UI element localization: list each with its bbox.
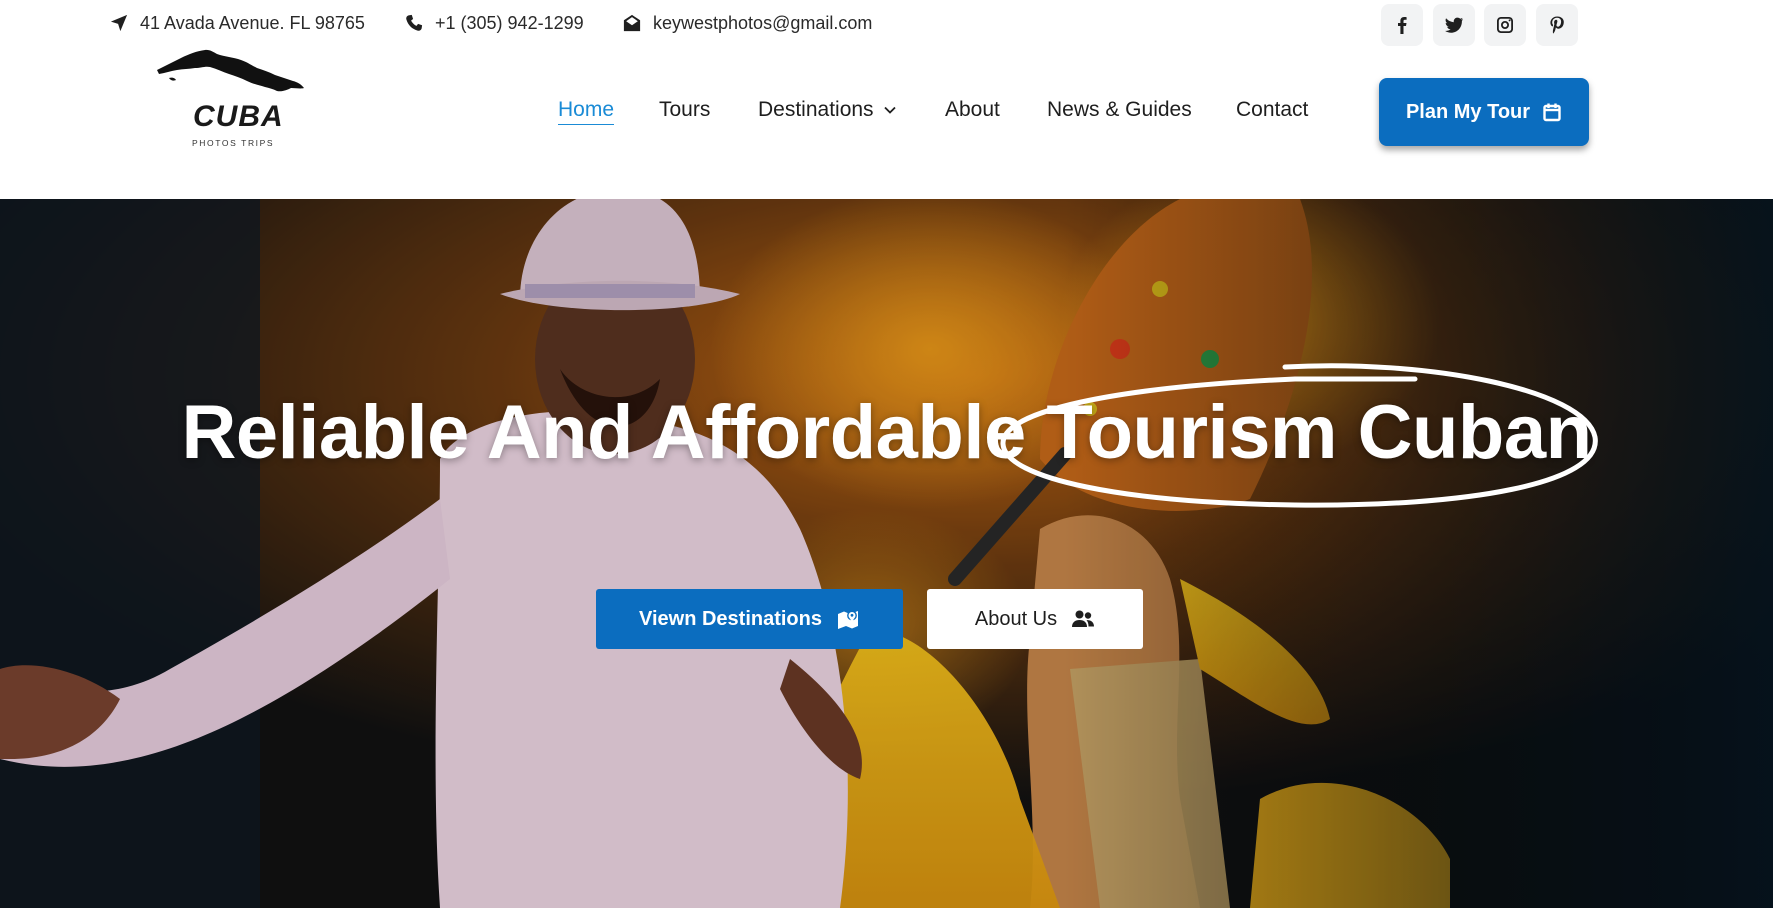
chevron-down-icon xyxy=(883,106,896,114)
nav-item-news-guides[interactable]: News & Guides xyxy=(1047,98,1192,122)
nav-item-contact[interactable]: Contact xyxy=(1236,98,1308,122)
nav-tours-label: Tours xyxy=(659,98,711,121)
about-us-button[interactable]: About Us xyxy=(927,589,1143,649)
nav-news-guides-label: News & Guides xyxy=(1047,98,1192,121)
cuba-island-icon xyxy=(157,49,304,92)
address-item: 41 Avada Avenue. FL 98765 xyxy=(110,12,365,34)
instagram-link[interactable] xyxy=(1484,4,1526,46)
nav-item-tours[interactable]: Tours xyxy=(659,98,710,122)
nav-item-destinations[interactable]: Destinations xyxy=(758,98,897,122)
email-text: keywestphotos@gmail.com xyxy=(653,12,873,33)
logo-tagline: PHOTOS TRIPS xyxy=(192,138,275,148)
top-contact-bar: 41 Avada Avenue. FL 98765 +1 (305) 942-1… xyxy=(0,0,1773,46)
view-destinations-button[interactable]: Viewn Destinations xyxy=(596,589,903,649)
map-marker-icon xyxy=(838,610,858,629)
twitter-link[interactable] xyxy=(1433,4,1475,46)
phone-icon xyxy=(406,14,423,31)
hero-headline-start: Reliable And Affordable xyxy=(181,390,1047,475)
nav-item-about[interactable]: About xyxy=(945,98,1000,122)
nav-home-label: Home xyxy=(558,98,615,125)
nav-item-home[interactable]: Home xyxy=(558,98,615,125)
hero-section: Reliable And Affordable Tourism Cuban Vi… xyxy=(0,199,1773,908)
view-destinations-label: Viewn Destinations xyxy=(638,607,822,630)
facebook-link[interactable] xyxy=(1381,4,1423,46)
location-arrow-icon xyxy=(110,14,128,32)
facebook-icon xyxy=(1398,17,1407,34)
logo-wordmark: CUBA xyxy=(193,100,284,133)
nav-contact-label: Contact xyxy=(1236,98,1309,121)
address-text: 41 Avada Avenue. FL 98765 xyxy=(140,12,365,33)
about-us-label: About Us xyxy=(974,607,1058,630)
plan-my-tour-label: Plan My Tour xyxy=(1405,100,1531,123)
twitter-icon xyxy=(1445,17,1463,33)
email-item[interactable]: keywestphotos@gmail.com xyxy=(623,12,872,34)
pinterest-icon xyxy=(1550,16,1564,34)
calendar-icon xyxy=(1543,103,1561,122)
hero-background-photo xyxy=(0,199,1773,908)
pinterest-link[interactable] xyxy=(1536,4,1578,46)
plan-my-tour-button[interactable]: Plan My Tour xyxy=(1379,78,1589,146)
nav-destinations-label: Destinations xyxy=(758,98,874,121)
site-logo[interactable]: CUBA PHOTOS TRIPS xyxy=(155,48,305,148)
phone-text: +1 (305) 942-1299 xyxy=(435,12,584,33)
phone-item[interactable]: +1 (305) 942-1299 xyxy=(405,12,584,34)
nav-about-label: About xyxy=(945,98,1000,121)
instagram-icon xyxy=(1497,17,1513,33)
envelope-open-icon xyxy=(623,14,641,32)
highlight-swirl-decoration xyxy=(1000,363,1598,508)
users-icon xyxy=(1072,610,1095,627)
